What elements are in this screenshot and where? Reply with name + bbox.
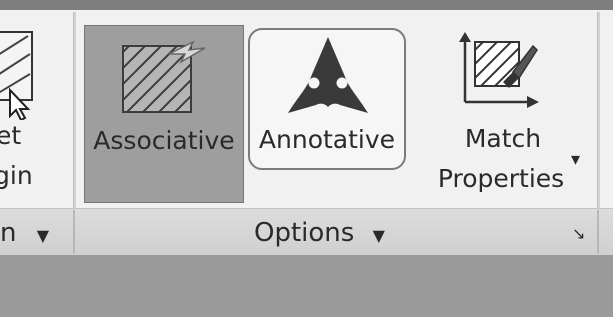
window-top-edge bbox=[0, 0, 613, 10]
match-properties-button[interactable]: Match Properties ▾ bbox=[425, 25, 593, 205]
match-properties-dropdown-arrow[interactable]: ▾ bbox=[571, 149, 580, 170]
set-origin-label-line1: et bbox=[0, 121, 22, 150]
associative-button[interactable]: Associative bbox=[84, 25, 244, 203]
set-origin-label-line2: gin bbox=[0, 161, 33, 190]
annotative-icon bbox=[288, 37, 368, 113]
panel-bar-divider-right bbox=[597, 210, 599, 254]
annotative-label: Annotative bbox=[258, 125, 396, 154]
left-panel-dropdown-icon: ▼ bbox=[36, 226, 50, 245]
annotative-button[interactable]: Annotative bbox=[248, 28, 406, 170]
options-panel-title-text: Options bbox=[254, 218, 355, 248]
associative-hatch-icon bbox=[122, 40, 206, 113]
set-origin-button[interactable]: et gin bbox=[0, 20, 70, 200]
set-origin-icon bbox=[0, 31, 33, 120]
match-properties-icon bbox=[459, 32, 539, 108]
left-panel-title[interactable]: n ▼ bbox=[0, 218, 49, 251]
associative-label: Associative bbox=[93, 126, 235, 155]
options-dialog-launcher-icon[interactable]: ↘ bbox=[572, 224, 585, 243]
options-panel-dropdown-icon: ▼ bbox=[372, 226, 385, 245]
match-properties-label-line2: Properties bbox=[437, 164, 565, 193]
options-panel-title[interactable]: Options ▼ bbox=[254, 218, 385, 251]
match-properties-label-line1: Match bbox=[464, 124, 542, 153]
panel-bar-divider bbox=[73, 210, 75, 254]
ribbon-bottom-area bbox=[0, 255, 613, 317]
left-panel-title-text: n bbox=[0, 218, 17, 248]
